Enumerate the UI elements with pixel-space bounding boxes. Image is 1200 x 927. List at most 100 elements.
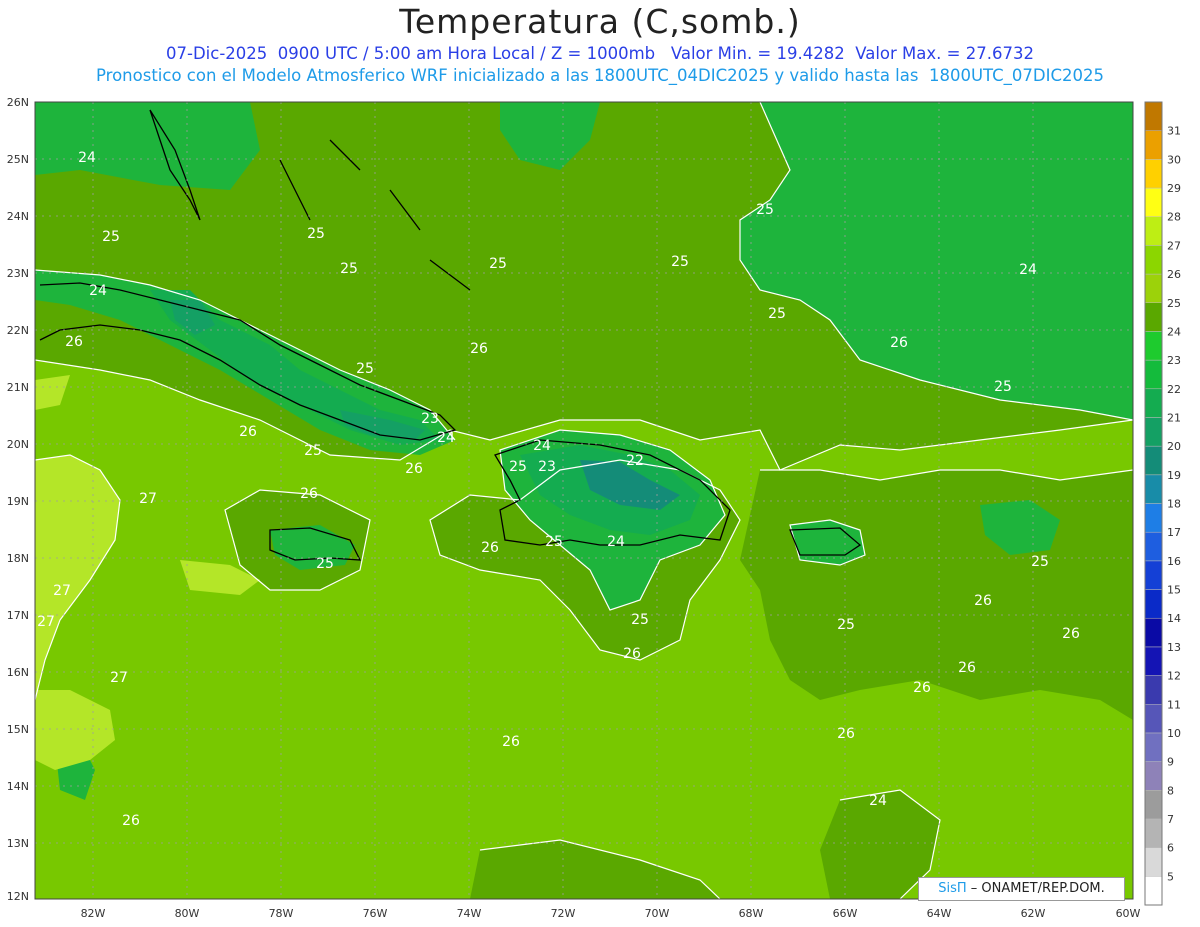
lat-label: 20N xyxy=(7,438,29,451)
contour-label: 25 xyxy=(1031,554,1049,570)
credit-box: SisΠ – ONAMET/REP.DOM. xyxy=(918,877,1125,901)
contour-label: 27 xyxy=(37,614,55,630)
contour-label: 25 xyxy=(102,229,120,245)
colorbar-label: 14 xyxy=(1167,612,1181,625)
lon-label: 82W xyxy=(81,907,106,920)
contour-label: 25 xyxy=(671,254,689,270)
lat-label: 26N xyxy=(7,96,29,109)
colorbar-label: 15 xyxy=(1167,584,1181,597)
contour-label: 23 xyxy=(421,411,439,427)
lat-label: 14N xyxy=(7,780,29,793)
contour-label: 24 xyxy=(869,793,887,809)
contour-label: 25 xyxy=(316,556,334,572)
sispi-logo: SisΠ xyxy=(938,881,967,896)
colorbar-swatch xyxy=(1144,159,1163,189)
lat-label: 15N xyxy=(7,723,29,736)
contour-label: 24 xyxy=(533,438,551,454)
lon-label: 72W xyxy=(551,907,576,920)
colorbar-swatch xyxy=(1144,531,1163,562)
lon-label: 70W xyxy=(645,907,670,920)
band-25-east xyxy=(740,470,1133,720)
temperature-map: 24 25 25 25 25 25 25 25 24 24 26 26 25 2… xyxy=(7,96,1181,920)
contour-label: 26 xyxy=(974,593,992,609)
colorbar-label: 26 xyxy=(1167,268,1181,281)
lat-label: 24N xyxy=(7,210,29,223)
colorbar-swatch xyxy=(1144,445,1163,476)
colorbar-label: 13 xyxy=(1167,641,1181,654)
colorbar-swatch xyxy=(1144,847,1163,877)
colorbar-label: 9 xyxy=(1167,756,1174,769)
contour-label: 24 xyxy=(437,430,455,446)
colorbar-swatch xyxy=(1144,732,1163,762)
contour-label: 26 xyxy=(958,660,976,676)
contour-label: 26 xyxy=(405,461,423,477)
colorbar-label: 29 xyxy=(1167,182,1181,195)
contour-label: 26 xyxy=(502,734,520,750)
colorbar-label: 18 xyxy=(1167,498,1181,511)
lon-label: 60W xyxy=(1116,907,1141,920)
lon-label: 68W xyxy=(739,907,764,920)
colorbar-swatch xyxy=(1144,331,1163,361)
colorbar-swatch xyxy=(1144,187,1163,217)
contour-label: 22 xyxy=(626,453,644,469)
contour-label: 25 xyxy=(307,226,325,242)
contour-label: 24 xyxy=(607,534,625,550)
contour-label: 23 xyxy=(538,459,556,475)
contour-label: 25 xyxy=(356,361,374,377)
lon-label: 76W xyxy=(363,907,388,920)
colorbar-label: 21 xyxy=(1167,411,1181,424)
latitude-axis: 26N 25N 24N 23N 22N 21N 20N 19N 18N 17N … xyxy=(7,96,29,903)
lon-label: 78W xyxy=(269,907,294,920)
contour-label: 25 xyxy=(837,617,855,633)
lat-label: 25N xyxy=(7,153,29,166)
lon-label: 64W xyxy=(927,907,952,920)
contour-label: 26 xyxy=(913,680,931,696)
contour-label: 27 xyxy=(139,491,157,507)
lat-label: 17N xyxy=(7,609,29,622)
colorbar-swatch xyxy=(1144,245,1163,275)
longitude-axis: 82W 80W 78W 76W 74W 72W 70W 68W 66W 64W … xyxy=(81,907,1141,920)
colorbar-swatch xyxy=(1144,818,1163,848)
lat-label: 21N xyxy=(7,381,29,394)
lon-label: 62W xyxy=(1021,907,1046,920)
colorbar-swatch xyxy=(1144,388,1163,418)
lon-label: 66W xyxy=(833,907,858,920)
colorbar-label: 7 xyxy=(1167,813,1174,826)
lat-label: 23N xyxy=(7,267,29,280)
colorbar-swatch xyxy=(1144,101,1163,131)
colorbar-swatch xyxy=(1144,790,1163,820)
colorbar-label: 23 xyxy=(1167,354,1181,367)
colorbar-label: 30 xyxy=(1167,153,1181,166)
lat-label: 12N xyxy=(7,890,29,903)
contour-label: 25 xyxy=(340,261,358,277)
colorbar-label: 5 xyxy=(1167,870,1174,883)
contour-label: 25 xyxy=(631,612,649,628)
colorbar-swatch xyxy=(1144,216,1163,246)
colorbar-label: 31 xyxy=(1167,125,1181,138)
contour-label: 26 xyxy=(122,813,140,829)
colorbar-swatch xyxy=(1144,560,1163,590)
colorbar-swatch xyxy=(1144,359,1163,390)
colorbar-swatch xyxy=(1144,130,1163,160)
colorbar-label: 22 xyxy=(1167,383,1181,396)
contour-label: 25 xyxy=(509,459,527,475)
credit-text: – ONAMET/REP.DOM. xyxy=(966,881,1105,896)
contour-label: 26 xyxy=(837,726,855,742)
colorbar-label: 17 xyxy=(1167,526,1181,539)
contour-label: 25 xyxy=(756,202,774,218)
colorbar: 5 6 7 8 9 10 11 12 13 14 15 16 17 18 19 20 21 22 23 24 25 26 2… xyxy=(1144,101,1181,906)
colorbar-swatch xyxy=(1144,417,1163,447)
colorbar-swatch xyxy=(1144,617,1163,648)
contour-label: 25 xyxy=(768,306,786,322)
contour-label: 26 xyxy=(481,540,499,556)
colorbar-label: 25 xyxy=(1167,297,1181,310)
colorbar-swatch xyxy=(1144,273,1163,304)
lat-label: 18N xyxy=(7,552,29,565)
contour-label: 27 xyxy=(110,670,128,686)
colorbar-label: 10 xyxy=(1167,727,1181,740)
colorbar-swatch xyxy=(1144,761,1163,791)
shaded-field xyxy=(35,102,1133,899)
colorbar-swatch xyxy=(1144,646,1163,676)
colorbar-label: 6 xyxy=(1167,842,1174,855)
lat-label: 13N xyxy=(7,837,29,850)
